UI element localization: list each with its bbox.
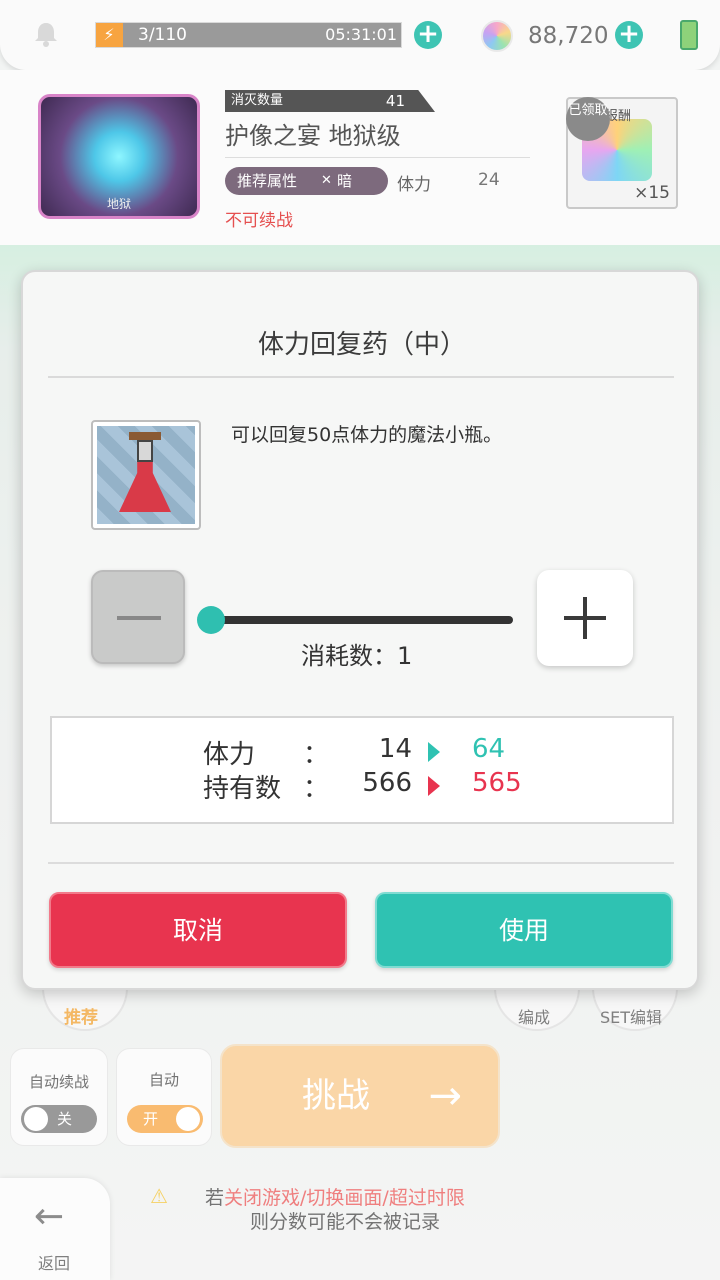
kill-count-value: 41 bbox=[385, 92, 405, 110]
boss-label: 地狱 bbox=[106, 197, 131, 211]
stat-label: 持有数 bbox=[203, 774, 282, 804]
minus-icon bbox=[117, 616, 161, 620]
attribute-value: 暗 bbox=[337, 172, 353, 190]
stat-new: 64 bbox=[472, 734, 506, 764]
consume-count: 消耗数：1 bbox=[301, 642, 413, 670]
divider bbox=[48, 862, 674, 864]
divider bbox=[225, 157, 530, 158]
arrow-right-icon bbox=[428, 742, 440, 762]
potion-icon bbox=[97, 426, 195, 524]
cancel-button[interactable]: 取消 bbox=[49, 892, 347, 968]
quest-title: 护像之宴 地狱级 bbox=[225, 122, 401, 150]
stamina-cost-label: 体力 bbox=[397, 175, 431, 195]
boss-portrait: 地狱 bbox=[38, 94, 200, 219]
stat-colon: ： bbox=[303, 740, 330, 770]
item-description: 可以回复50点体力的魔法小瓶。 bbox=[231, 424, 503, 446]
bell-icon[interactable] bbox=[32, 20, 60, 48]
decrease-button[interactable] bbox=[91, 570, 185, 664]
stamina-count: 3/110 bbox=[138, 25, 187, 45]
use-button[interactable]: 使用 bbox=[375, 892, 673, 968]
stat-colon: ： bbox=[303, 774, 330, 804]
flask-body bbox=[119, 460, 171, 512]
dialog-title: 体力回复药（中） bbox=[257, 330, 466, 360]
dark-attribute-icon: ✕ bbox=[321, 173, 332, 188]
stamina-cost-value: 24 bbox=[478, 170, 500, 190]
quantity-slider[interactable] bbox=[211, 616, 513, 624]
flask-cap bbox=[129, 432, 161, 440]
slider-handle[interactable] bbox=[197, 606, 225, 634]
stat-new: 565 bbox=[472, 768, 522, 798]
increase-button[interactable] bbox=[537, 570, 633, 666]
stamina-timer: 05:31:01 bbox=[325, 25, 397, 44]
claimed-badge: 已领取 bbox=[566, 97, 610, 141]
divider bbox=[48, 376, 674, 378]
item-thumbnail bbox=[91, 420, 201, 530]
stat-label: 体力 bbox=[203, 740, 256, 770]
stat-current: 566 bbox=[362, 768, 412, 798]
battery-icon bbox=[680, 20, 698, 50]
status-bar: ⚡ 3/110 05:31:01 + 88,720 + bbox=[0, 0, 720, 70]
use-item-dialog: 体力回复药（中） 可以回复50点体力的魔法小瓶。 消耗数：1 体力 ： 14 6… bbox=[21, 270, 699, 990]
arrow-right-icon bbox=[428, 776, 440, 796]
lightning-icon: ⚡ bbox=[96, 23, 122, 47]
plus-icon-vertical bbox=[583, 597, 587, 639]
stat-preview: 体力 ： 14 64 持有数 ： 566 565 bbox=[50, 716, 674, 824]
continue-status: 不可续战 bbox=[225, 211, 293, 231]
kill-count-tag: 消灭数量 41 bbox=[225, 90, 435, 112]
reward-count: ×15 bbox=[634, 183, 670, 203]
gem-count: 88,720 bbox=[528, 23, 609, 49]
recommended-attribute-badge: 推荐属性 ✕ 暗 bbox=[225, 167, 388, 195]
attribute-label: 推荐属性 bbox=[237, 172, 298, 190]
first-clear-reward[interactable]: 次报酬 已领取 ×15 bbox=[566, 97, 678, 209]
kill-count-label: 消灭数量 bbox=[231, 93, 284, 108]
add-gem-button[interactable]: + bbox=[615, 21, 643, 49]
add-stamina-button[interactable]: + bbox=[414, 21, 442, 49]
flask-neck bbox=[137, 440, 153, 462]
stamina-bar: ⚡ 3/110 05:31:01 bbox=[95, 22, 402, 48]
stat-current: 14 bbox=[378, 734, 412, 764]
gem-icon bbox=[481, 20, 513, 52]
